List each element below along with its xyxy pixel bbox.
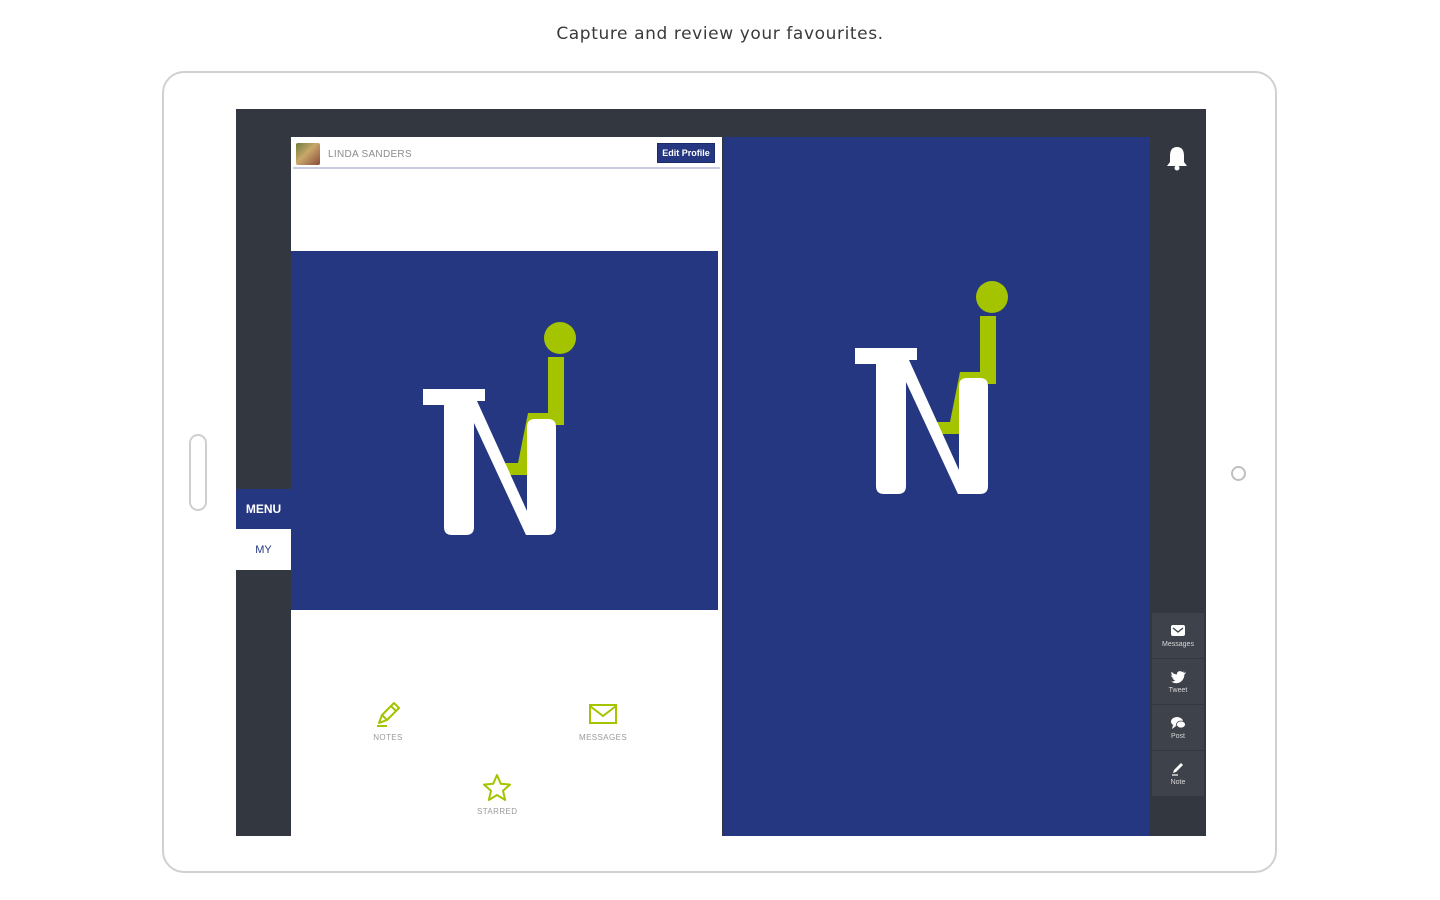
star-icon [483, 774, 512, 801]
tweet-action[interactable]: Tweet [1152, 659, 1204, 704]
brand-logo-icon [422, 322, 576, 535]
avatar[interactable] [296, 143, 320, 165]
messages-shortcut[interactable]: MESSAGES [579, 699, 627, 742]
headline: Capture and review your favourites. [556, 24, 884, 44]
starred-label: STARRED [477, 807, 518, 816]
starred-shortcut[interactable]: STARRED [477, 773, 517, 816]
note-action[interactable]: Note [1152, 751, 1204, 796]
tablet-camera [1231, 466, 1246, 481]
bell-icon[interactable] [1165, 145, 1189, 171]
message-icon [1171, 624, 1185, 636]
brand-logo-icon [855, 281, 1008, 494]
twitter-icon [1171, 670, 1186, 683]
notes-shortcut[interactable]: NOTES [373, 699, 403, 742]
tablet-frame: MENU MY LINDA SANDERS Edit Profile NOTES… [162, 71, 1277, 873]
pencil-icon [377, 702, 400, 727]
app-screen: MENU MY LINDA SANDERS Edit Profile NOTES… [236, 109, 1206, 836]
tweet-action-label: Tweet [1168, 686, 1188, 694]
post-action-label: Post [1170, 732, 1185, 740]
messages-action-label: Messages [1162, 640, 1194, 648]
profile-bar: LINDA SANDERS Edit Profile [293, 141, 720, 169]
messages-label: MESSAGES [579, 733, 628, 742]
post-action[interactable]: Post [1152, 705, 1204, 750]
my-tab[interactable]: MY [236, 529, 291, 570]
username: LINDA SANDERS [328, 148, 412, 160]
brand-logo-card [291, 251, 718, 610]
menu-tab[interactable]: MENU [236, 489, 291, 529]
messages-action[interactable]: Messages [1152, 613, 1204, 658]
notes-label: NOTES [373, 733, 403, 742]
tablet-home-button [189, 434, 207, 511]
chat-bubbles-icon [1171, 716, 1186, 729]
profile-panel: LINDA SANDERS Edit Profile NOTES MESSAGE… [291, 137, 722, 836]
side-actions: Messages Tweet Post Note [1152, 613, 1204, 797]
pencil-icon [1172, 762, 1183, 776]
detail-panel [724, 137, 1150, 836]
note-action-label: Note [1170, 778, 1186, 786]
edit-profile-button[interactable]: Edit Profile [657, 143, 715, 163]
envelope-icon [589, 704, 618, 724]
